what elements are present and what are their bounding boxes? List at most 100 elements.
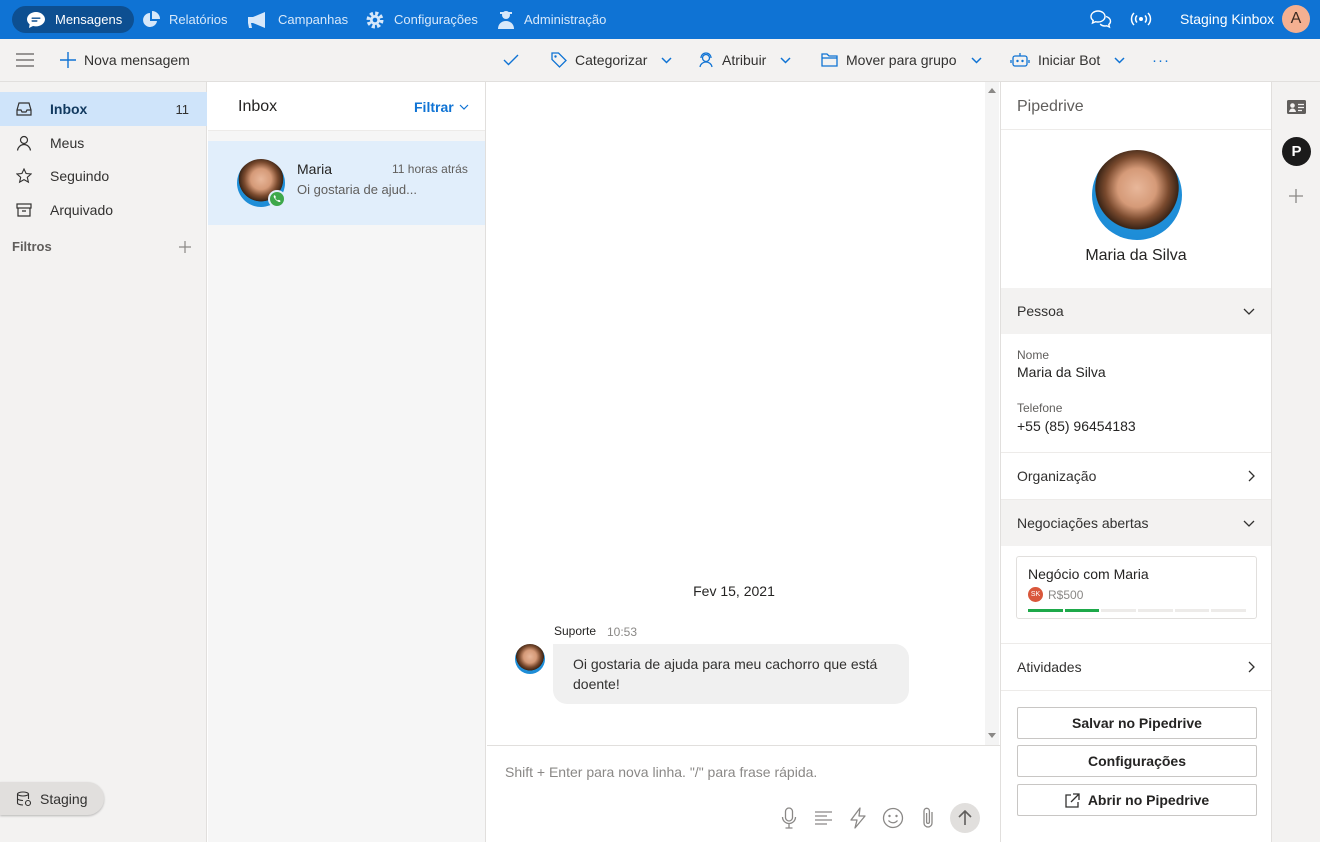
conversation-list: Maria 11 horas atrás Oi gostaria de ajud… <box>208 131 485 842</box>
top-navigation-bar: Mensagens Relatórios Campanhas Configura… <box>0 0 1320 39</box>
arrow-up-icon <box>958 810 972 825</box>
sidebar-item-seguindo[interactable]: Seguindo <box>0 159 207 193</box>
message-sender: Suporte <box>554 624 597 638</box>
nav-label: Mensagens <box>55 12 123 27</box>
nav-label: Campanhas <box>278 12 349 27</box>
field-value: +55 (85) 96454183 <box>1017 418 1136 434</box>
person-icon <box>16 135 32 151</box>
contact-name-heading: Maria da Silva <box>1085 247 1187 264</box>
archive-icon <box>16 203 32 217</box>
deal-stage-segment <box>1174 609 1210 612</box>
lightning-icon[interactable] <box>849 807 867 829</box>
attachment-icon[interactable] <box>920 806 936 830</box>
plus-icon <box>60 52 76 68</box>
nav-mensagens[interactable]: Mensagens <box>12 6 135 33</box>
assign-person-icon <box>699 52 713 68</box>
message-composer: Shift + Enter para nova linha. "/" para … <box>487 745 1000 842</box>
nav-campanhas[interactable]: Campanhas <box>247 6 348 33</box>
scroll-up-icon[interactable] <box>988 88 996 93</box>
categorize-button[interactable]: Categorizar <box>551 39 672 81</box>
button-label: Salvar no Pipedrive <box>1072 715 1202 731</box>
send-button[interactable] <box>950 803 980 833</box>
filter-label: Filtrar <box>414 99 454 115</box>
scroll-down-icon[interactable] <box>988 733 996 738</box>
nav-relatorios[interactable]: Relatórios <box>142 6 228 33</box>
whatsapp-icon <box>268 190 286 208</box>
conversation-time: 11 horas atrás <box>392 162 468 176</box>
button-label: Abrir no Pipedrive <box>1087 792 1210 808</box>
hamburger-menu-icon[interactable] <box>16 53 34 67</box>
broadcast-icon[interactable] <box>1130 10 1152 28</box>
check-icon[interactable] <box>503 54 519 66</box>
chevron-down-icon <box>1243 308 1255 315</box>
tag-icon <box>551 52 567 68</box>
conversation-item[interactable]: Maria 11 horas atrás Oi gostaria de ajud… <box>208 141 485 225</box>
composer-input[interactable]: Shift + Enter para nova linha. "/" para … <box>505 764 817 780</box>
star-icon <box>16 168 32 184</box>
database-icon <box>16 790 32 806</box>
chevron-down-icon <box>1114 56 1125 64</box>
sidebar-item-arquivado[interactable]: Arquivado <box>0 193 207 227</box>
open-in-pipedrive-button[interactable]: Abrir no Pipedrive <box>1017 784 1257 816</box>
inbox-title: Inbox <box>238 98 278 115</box>
field-label: Telefone <box>1017 401 1063 415</box>
environment-switch[interactable]: Staging <box>0 782 104 815</box>
nav-administracao[interactable]: Administração <box>497 6 606 33</box>
microphone-icon[interactable] <box>781 807 797 829</box>
filter-button[interactable]: Filtrar <box>414 99 469 115</box>
chevron-down-icon <box>780 56 791 64</box>
save-to-pipedrive-button[interactable]: Salvar no Pipedrive <box>1017 707 1257 739</box>
contact-photo <box>1092 150 1182 240</box>
filters-heading: Filtros <box>12 239 52 254</box>
start-bot-label: Iniciar Bot <box>1038 52 1101 68</box>
deal-stage-segment <box>1101 609 1137 612</box>
pipedrive-settings-button[interactable]: Configurações <box>1017 745 1257 777</box>
inbox-icon <box>16 102 32 116</box>
user-avatar[interactable]: A <box>1282 5 1310 33</box>
deal-stage-segment <box>1064 609 1100 612</box>
deal-owner-avatar: SK <box>1028 587 1043 602</box>
chevron-down-icon <box>661 56 672 64</box>
new-message-button[interactable]: Nova mensagem <box>60 39 190 81</box>
add-integration-icon[interactable] <box>1289 189 1303 203</box>
nav-configuracoes[interactable]: Configurações <box>365 6 478 33</box>
contact-card-icon[interactable] <box>1287 100 1306 114</box>
text-format-icon[interactable] <box>814 810 833 826</box>
bot-icon <box>1010 53 1030 67</box>
nav-label: Administração <box>524 12 607 27</box>
conversations-icon[interactable] <box>1090 9 1112 29</box>
sidebar-item-label: Inbox <box>50 101 88 117</box>
more-options-button[interactable]: ··· <box>1152 39 1170 81</box>
organization-section-header[interactable]: Organização <box>1001 453 1271 499</box>
start-bot-button[interactable]: Iniciar Bot <box>1010 39 1125 81</box>
deal-stage-progress <box>1028 609 1247 612</box>
pipedrive-logo-icon[interactable]: P <box>1282 137 1311 166</box>
message-time: 10:53 <box>607 625 638 639</box>
deals-section-header[interactable]: Negociações abertas <box>1001 500 1271 546</box>
external-link-icon <box>1065 792 1080 808</box>
button-label: Configurações <box>1087 753 1186 769</box>
account-name[interactable]: Staging Kinbox <box>1180 11 1274 27</box>
chevron-right-icon <box>1248 661 1255 673</box>
deal-value: R$500 <box>1048 588 1084 602</box>
folder-sidebar: Inbox 11 Meus Seguindo Arquivado Filtros… <box>0 82 207 842</box>
assign-label: Atribuir <box>722 52 767 68</box>
sidebar-item-meus[interactable]: Meus <box>0 126 207 160</box>
action-toolbar: Nova mensagem Categorizar Atribuir Mover… <box>0 39 1320 82</box>
assign-button[interactable]: Atribuir <box>698 39 791 81</box>
admin-user-icon <box>498 10 514 29</box>
sidebar-item-inbox[interactable]: Inbox 11 <box>0 92 207 126</box>
deal-stage-segment <box>1211 609 1247 612</box>
inbox-count-badge: 11 <box>175 101 190 117</box>
add-filter-icon[interactable] <box>179 241 191 253</box>
folder-icon <box>821 53 838 67</box>
emoji-icon[interactable] <box>882 807 904 829</box>
activities-section-header[interactable]: Atividades <box>1001 644 1271 690</box>
chat-scrollbar[interactable] <box>985 82 999 745</box>
conversation-list-panel: Inbox Filtrar Maria 11 horas atrás Oi go… <box>208 82 486 842</box>
divider <box>1001 129 1271 130</box>
move-to-group-button[interactable]: Mover para grupo <box>821 39 982 81</box>
chevron-down-icon <box>459 104 469 110</box>
person-section-header[interactable]: Pessoa <box>1001 288 1271 334</box>
deal-card[interactable]: Negócio com Maria SK R$500 <box>1016 556 1257 619</box>
